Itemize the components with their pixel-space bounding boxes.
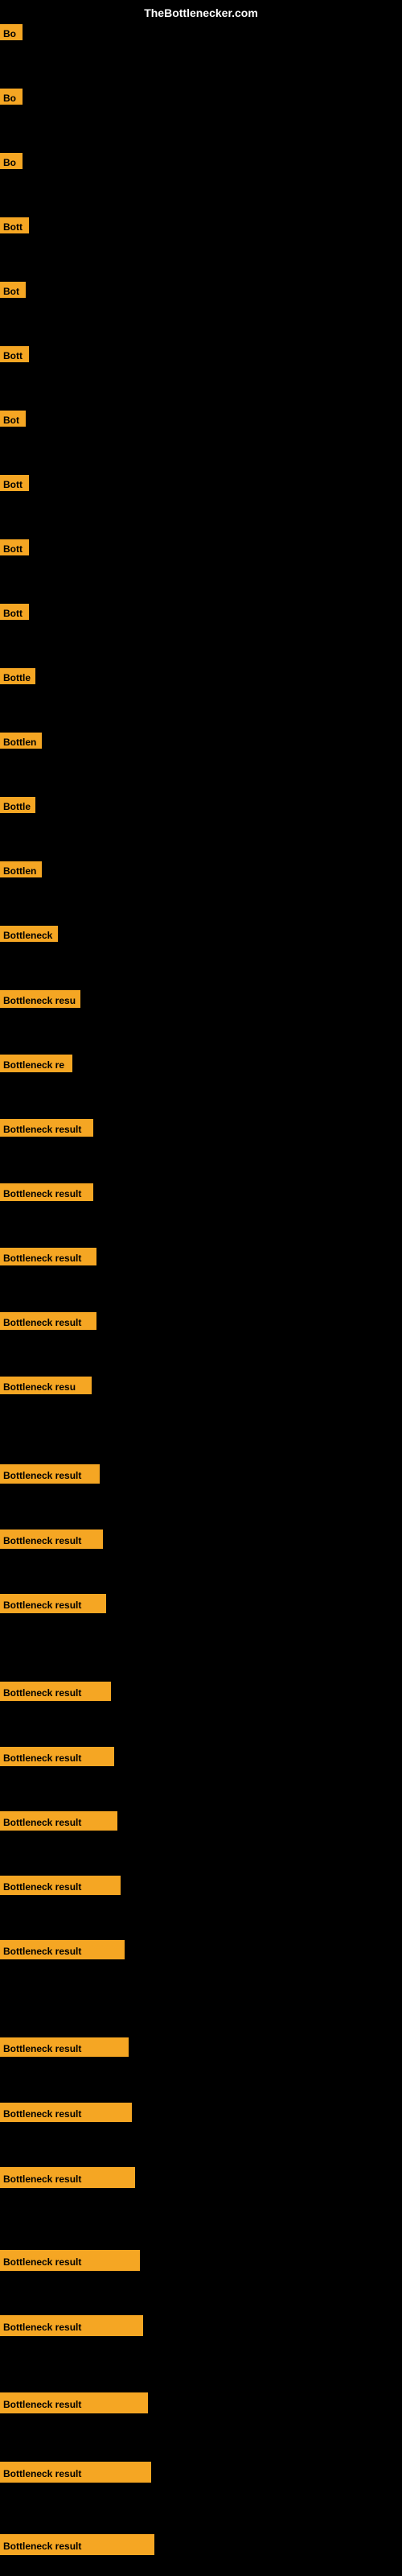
bottleneck-label: Bottle [0,797,35,813]
bottleneck-label: Bott [0,539,29,555]
bottleneck-label: Bot [0,411,26,427]
bottleneck-label: Bottleneck result [0,1119,93,1137]
bottleneck-label: Bo [0,89,23,105]
bottleneck-label: Bottleneck result [0,1747,114,1766]
bottleneck-label: Bottleneck result [0,1312,96,1330]
bottleneck-label: Bottleneck result [0,2167,135,2188]
bottleneck-label: Bottleneck result [0,1248,96,1265]
bottleneck-label: Bott [0,346,29,362]
bottleneck-label: Bottleneck result [0,1464,100,1484]
bottleneck-label: Bottleneck result [0,2462,151,2483]
bottleneck-label: Bottleneck result [0,1876,121,1895]
bottleneck-label: Bot [0,282,26,298]
bottleneck-label: Bottleneck re [0,1055,72,1072]
bottleneck-label: Bottleneck result [0,1682,111,1701]
bottleneck-label: Bottleneck result [0,2037,129,2057]
bottleneck-label: Bottleneck result [0,1594,106,1613]
bottleneck-label: Bottleneck [0,926,58,942]
site-title: TheBottlenecker.com [144,6,258,19]
bottleneck-label: Bott [0,475,29,491]
bottleneck-label: Bott [0,217,29,233]
bottleneck-label: Bo [0,153,23,169]
bottleneck-label: Bottleneck resu [0,990,80,1008]
bottleneck-label: Bottlen [0,861,42,877]
bottleneck-label: Bottleneck result [0,1811,117,1831]
bottleneck-label: Bottleneck result [0,2250,140,2271]
bottleneck-label: Bottleneck result [0,2534,154,2555]
bottleneck-label: Bottleneck result [0,2392,148,2413]
bottleneck-label: Bottleneck result [0,1183,93,1201]
bottleneck-label: Bottlen [0,733,42,749]
bottleneck-label: Bottleneck resu [0,1377,92,1394]
bottleneck-label: Bottleneck result [0,1940,125,1959]
bottleneck-label: Bottle [0,668,35,684]
bottleneck-label: Bo [0,24,23,40]
bottleneck-label: Bottleneck result [0,2103,132,2122]
bottleneck-label: Bottleneck result [0,2315,143,2336]
bottleneck-label: Bott [0,604,29,620]
bottleneck-label: Bottleneck result [0,1530,103,1549]
